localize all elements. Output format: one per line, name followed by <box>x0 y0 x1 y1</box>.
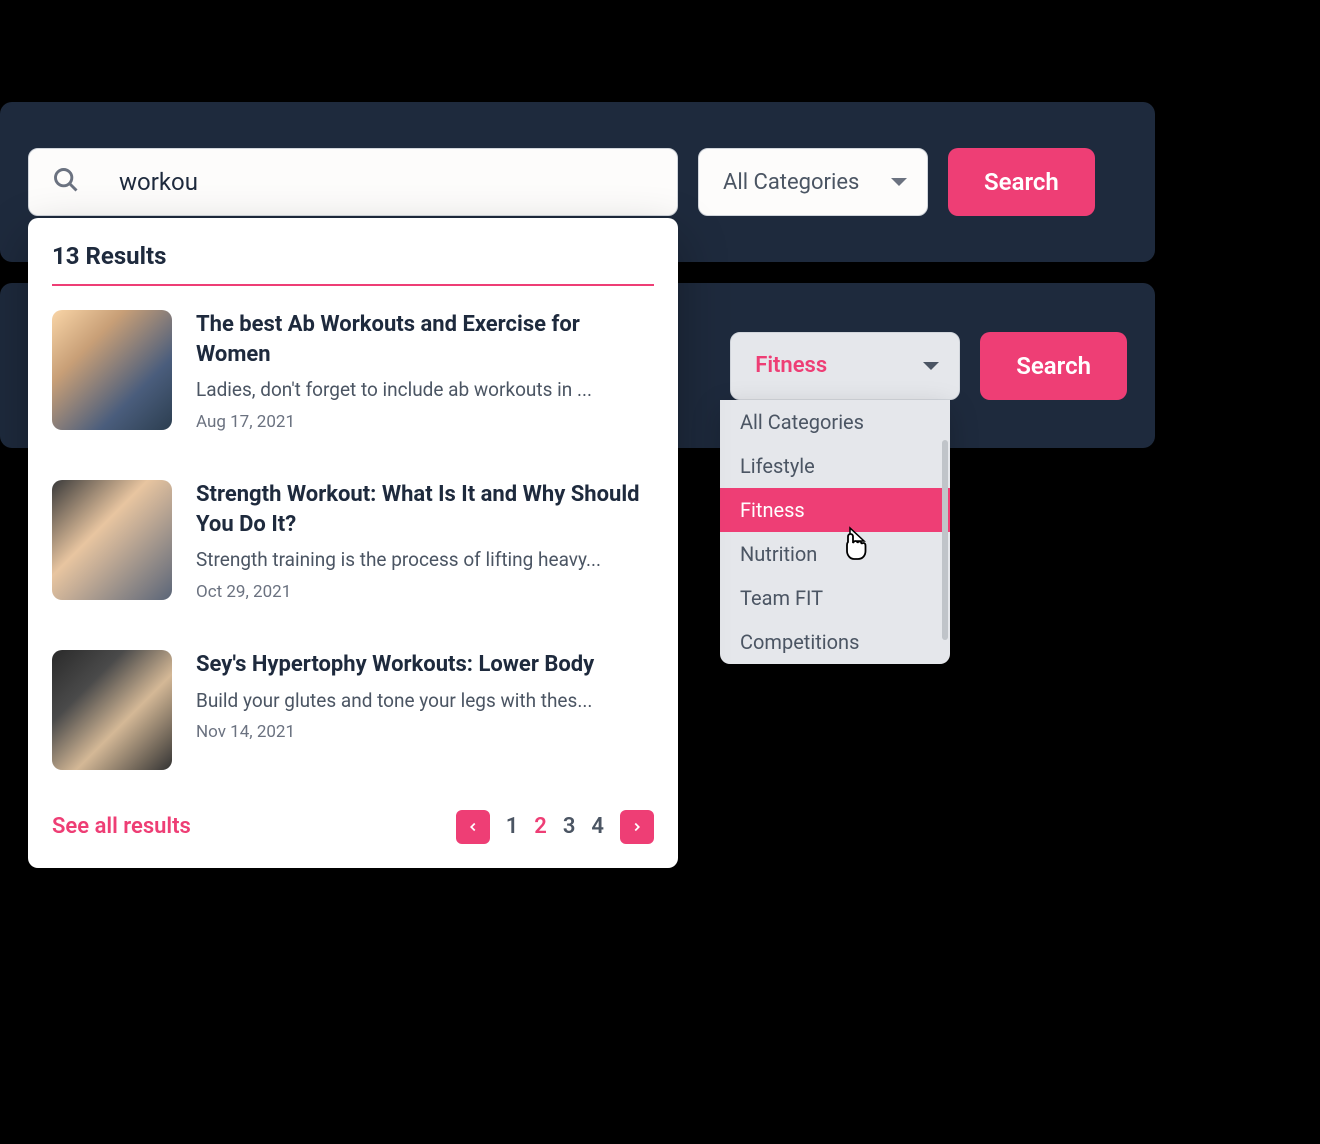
result-thumbnail <box>52 480 172 600</box>
category-select[interactable]: All Categories <box>698 148 928 216</box>
pagination: 1 2 3 4 <box>456 810 654 844</box>
search-input-wrapper <box>28 148 678 216</box>
pointer-cursor-icon <box>840 525 872 567</box>
result-item[interactable]: Sey's Hypertophy Workouts: Lower Body Bu… <box>52 626 654 794</box>
dropdown-footer: See all results 1 2 3 4 <box>52 794 654 844</box>
result-title: The best Ab Workouts and Exercise for Wo… <box>196 310 654 369</box>
page-1[interactable]: 1 <box>506 814 519 839</box>
page-4[interactable]: 4 <box>591 814 604 839</box>
page-next-button[interactable] <box>620 810 654 844</box>
see-all-link[interactable]: See all results <box>52 814 191 839</box>
category-select-open[interactable]: Fitness <box>730 332 960 400</box>
category-option-teamfit[interactable]: Team FIT <box>720 576 950 620</box>
search-input[interactable] <box>28 148 678 216</box>
category-option-competitions[interactable]: Competitions <box>720 620 950 664</box>
result-content: Sey's Hypertophy Workouts: Lower Body Bu… <box>196 650 654 770</box>
result-date: Oct 29, 2021 <box>196 582 654 602</box>
search-button[interactable]: Search <box>948 148 1095 216</box>
result-description: Ladies, don't forget to include ab worko… <box>196 377 654 404</box>
category-select-label: All Categories <box>723 170 859 195</box>
result-title: Sey's Hypertophy Workouts: Lower Body <box>196 650 654 680</box>
result-content: Strength Workout: What Is It and Why Sho… <box>196 480 654 602</box>
result-date: Nov 14, 2021 <box>196 722 654 742</box>
category-dropdown-menu: All Categories Lifestyle Fitness Nutriti… <box>720 400 950 664</box>
page-3[interactable]: 3 <box>563 814 576 839</box>
result-thumbnail <box>52 310 172 430</box>
chevron-down-icon <box>891 178 907 186</box>
category-option-all[interactable]: All Categories <box>720 400 950 444</box>
search-icon <box>52 166 80 198</box>
page-2[interactable]: 2 <box>534 814 547 839</box>
result-item[interactable]: Strength Workout: What Is It and Why Sho… <box>52 456 654 626</box>
result-content: The best Ab Workouts and Exercise for Wo… <box>196 310 654 432</box>
search-button-second[interactable]: Search <box>980 332 1127 400</box>
result-date: Aug 17, 2021 <box>196 412 654 432</box>
page-prev-button[interactable] <box>456 810 490 844</box>
result-thumbnail <box>52 650 172 770</box>
chevron-down-icon <box>923 362 939 370</box>
results-dropdown: 13 Results The best Ab Workouts and Exer… <box>28 218 678 868</box>
category-option-lifestyle[interactable]: Lifestyle <box>720 444 950 488</box>
results-count: 13 Results <box>52 242 654 286</box>
result-title: Strength Workout: What Is It and Why Sho… <box>196 480 654 539</box>
category-option-fitness[interactable]: Fitness <box>720 488 950 532</box>
result-description: Build your glutes and tone your legs wit… <box>196 688 654 715</box>
result-item[interactable]: The best Ab Workouts and Exercise for Wo… <box>52 286 654 456</box>
scrollbar[interactable] <box>942 440 948 640</box>
category-select-open-label: Fitness <box>755 353 827 378</box>
category-option-nutrition[interactable]: Nutrition <box>720 532 950 576</box>
result-description: Strength training is the process of lift… <box>196 547 654 574</box>
